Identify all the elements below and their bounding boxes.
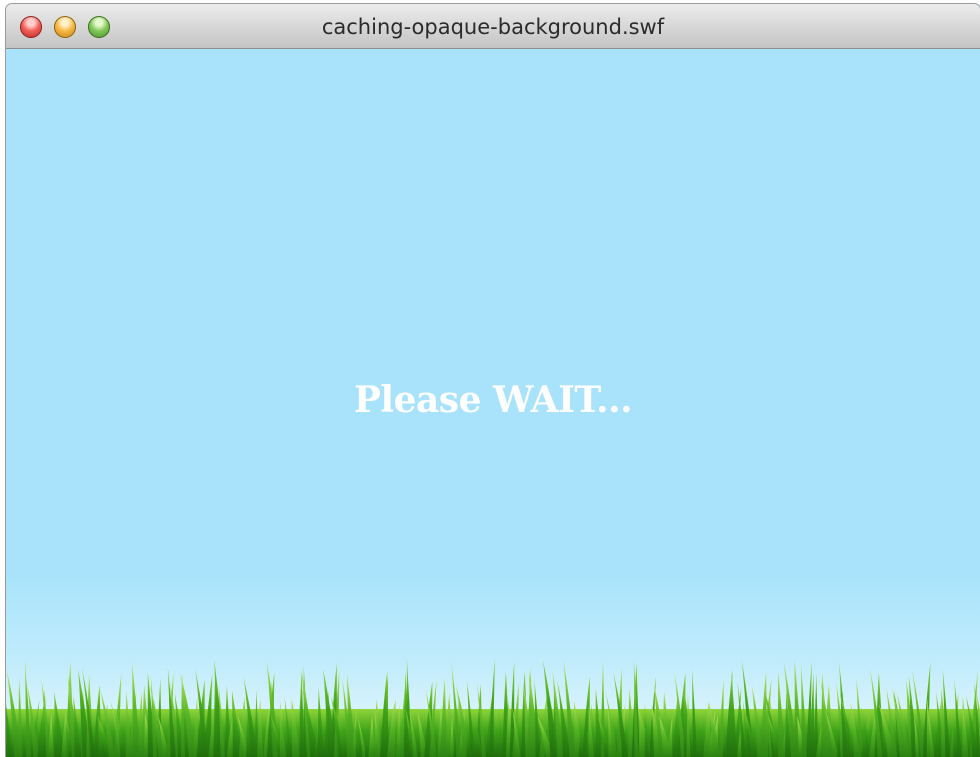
window-title: caching-opaque-background.swf (321, 15, 665, 39)
grass-illustration (6, 657, 980, 757)
app-window: caching-opaque-background.swf Please WAI… (6, 4, 980, 757)
title-bar[interactable]: caching-opaque-background.swf (6, 4, 980, 49)
loading-message: Please WAIT... (353, 379, 633, 421)
swf-stage: Please WAIT... (6, 49, 980, 757)
